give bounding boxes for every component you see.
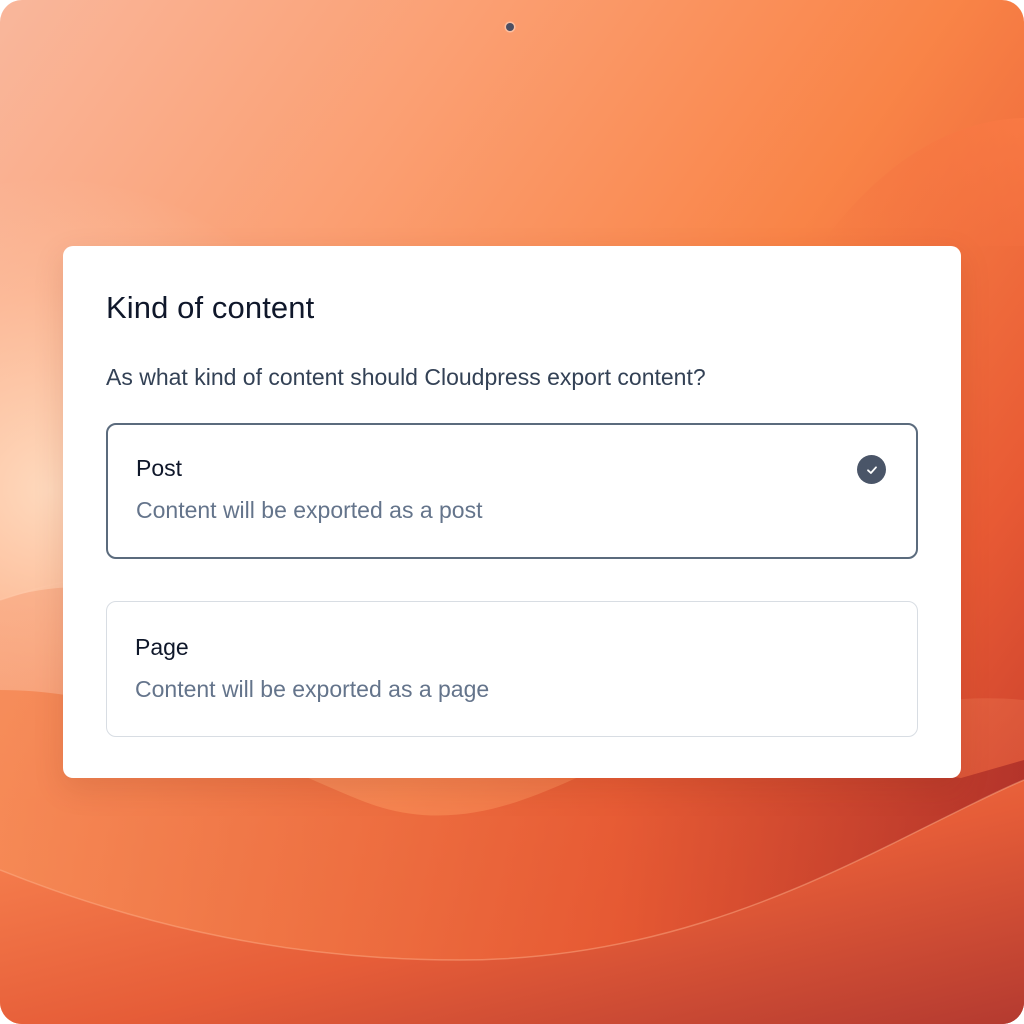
kind-of-content-dialog: Kind of content As what kind of content … <box>63 246 961 778</box>
option-post[interactable]: Post Content will be exported as a post <box>106 423 918 559</box>
option-page-description: Content will be exported as a page <box>135 676 490 702</box>
option-page[interactable]: Page Content will be exported as a page <box>106 601 918 737</box>
option-post-label: Post <box>136 455 183 481</box>
checkmark-circle-icon <box>857 455 886 484</box>
option-post-description: Content will be exported as a post <box>136 497 483 523</box>
dialog-question: As what kind of content should Cloudpres… <box>106 364 706 390</box>
desktop-background: Kind of content As what kind of content … <box>0 0 1024 1024</box>
camera-dot <box>506 23 514 31</box>
option-page-label: Page <box>135 634 189 660</box>
dialog-title: Kind of content <box>106 290 315 325</box>
